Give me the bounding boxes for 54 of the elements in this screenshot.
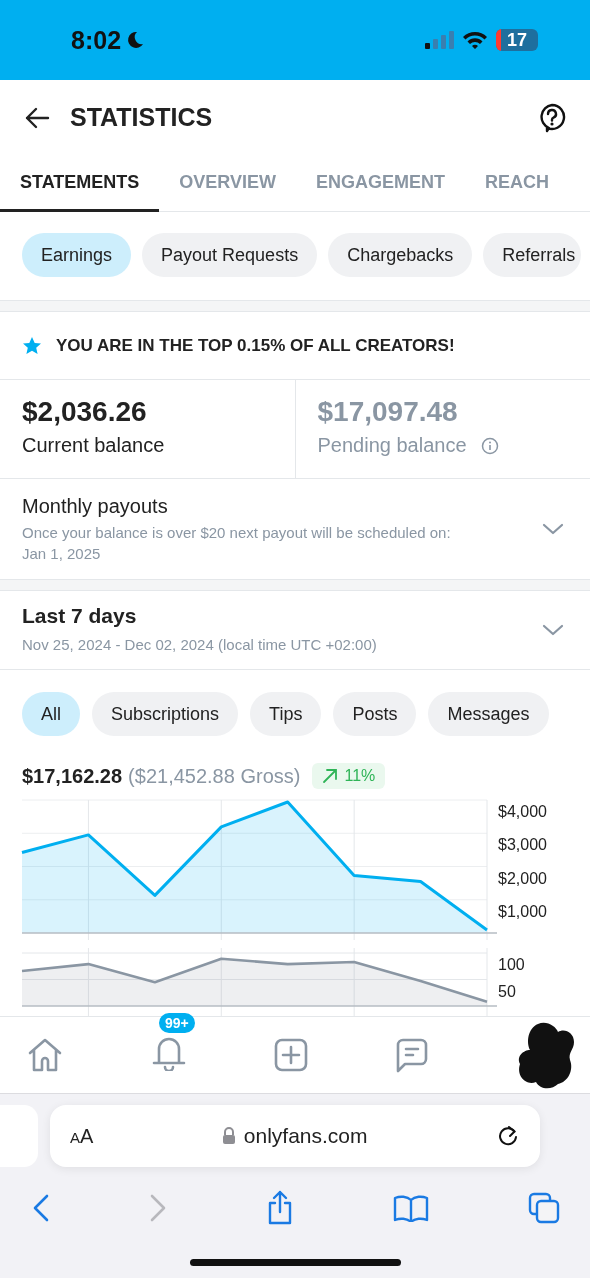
signal-icon — [424, 30, 454, 50]
bell-icon[interactable] — [151, 1035, 187, 1071]
back-arrow-icon[interactable] — [24, 106, 50, 129]
share-icon[interactable] — [266, 1190, 294, 1226]
url-text: onlyfans.com — [243, 1124, 368, 1148]
battery-icon: 17 — [496, 29, 538, 51]
address-bar[interactable]: AA onlyfans.com — [50, 1105, 540, 1167]
axis-label: $2,000 — [498, 869, 547, 887]
net-total: $17,162.28 — [22, 764, 123, 788]
filter-chip[interactable]: Messages — [428, 692, 549, 736]
lock-icon — [221, 1127, 236, 1145]
add-post-icon[interactable] — [274, 1038, 308, 1072]
info-icon[interactable] — [480, 436, 499, 455]
gross-total: ($21,452.88 Gross) — [128, 764, 301, 788]
category-chip[interactable]: Earnings — [22, 233, 132, 277]
payouts-title: Monthly payouts — [22, 494, 169, 518]
message-icon[interactable] — [395, 1037, 429, 1073]
axis-label: 50 — [498, 982, 516, 1000]
reload-icon[interactable] — [496, 1124, 520, 1148]
period-title: Last 7 days — [22, 604, 138, 628]
clock: 8:02 — [71, 25, 122, 55]
axis-label: 100 — [498, 956, 525, 973]
bookmarks-icon[interactable] — [393, 1194, 429, 1222]
tabs-icon[interactable] — [528, 1192, 560, 1224]
chevron-icon[interactable] — [542, 522, 564, 536]
rank-banner-text: YOU ARE IN THE TOP 0.15% OF ALL CREATORS! — [56, 335, 455, 356]
balance-label: Pending balance — [317, 434, 467, 457]
help-icon[interactable] — [538, 102, 566, 133]
filter-chip[interactable]: Posts — [333, 692, 417, 736]
balance-label: Current balance — [22, 434, 165, 457]
payout-note: Once your balance is over $20 next payout will be scheduled on: Jan 1, 2025 — [22, 522, 452, 564]
back-icon[interactable] — [32, 1193, 50, 1223]
moon-icon — [125, 30, 146, 50]
balance-amount: $2,036.26 — [22, 396, 148, 428]
star-icon — [22, 335, 42, 356]
page-title: STATISTICS — [70, 103, 213, 132]
text-size-button[interactable]: AA — [70, 1124, 94, 1148]
notification-badge: 99+ — [159, 1013, 195, 1033]
date-range: Nov 25, 2024 - Dec 02, 2024 (local time UTC +02:00) — [22, 635, 378, 655]
filter-chip[interactable]: All — [22, 692, 80, 736]
balance-amount: $17,097.48 — [317, 396, 459, 428]
axis-label: $4,000 — [498, 803, 547, 820]
category-chip[interactable]: Payout Requests — [142, 233, 318, 277]
filter-chip[interactable]: Subscriptions — [92, 692, 239, 736]
axis-label: $1,000 — [498, 902, 547, 920]
wifi-icon — [462, 30, 488, 50]
category-chip[interactable]: Referrals — [483, 233, 582, 277]
category-chip[interactable]: Chargebacks — [328, 233, 473, 277]
tab[interactable]: STATEMENTS — [0, 155, 160, 212]
axis-label: $3,000 — [498, 836, 547, 854]
change-badge: 11% — [312, 763, 386, 789]
home-icon[interactable] — [26, 1037, 64, 1073]
chevron-icon[interactable] — [542, 623, 564, 637]
filter-chip[interactable]: Tips — [250, 692, 322, 736]
